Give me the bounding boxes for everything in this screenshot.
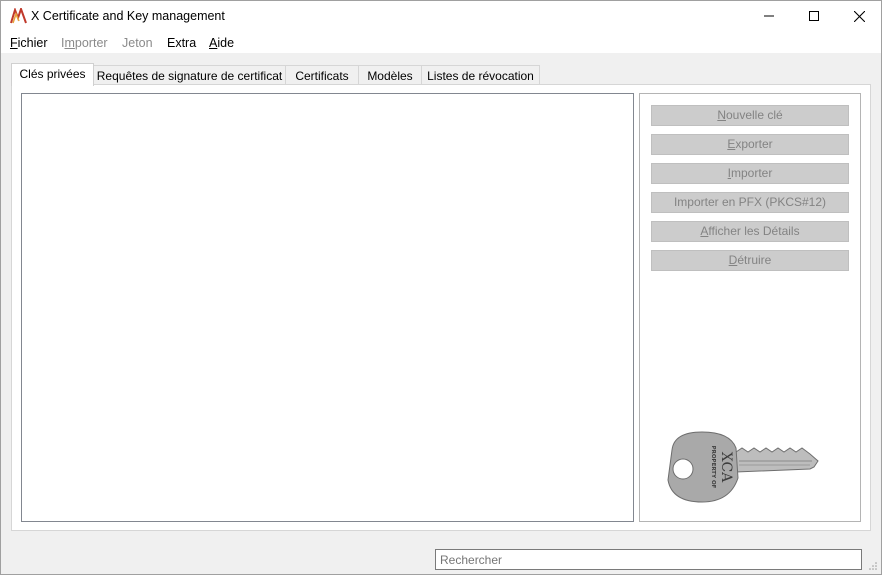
new-key-button[interactable]: Nouvelle clé: [651, 105, 849, 126]
key-logo-icon: PROPERTY OF XCA: [667, 431, 819, 503]
window-title: X Certificate and Key management: [31, 9, 225, 23]
menu-jeton[interactable]: Jeton: [122, 36, 153, 50]
tab-certificats[interactable]: Certificats: [285, 65, 359, 85]
tab-requetes-signature[interactable]: Requêtes de signature de certificat: [93, 65, 286, 85]
tab-listes-revocation[interactable]: Listes de révocation: [421, 65, 540, 85]
close-icon: [853, 10, 865, 22]
key-engraving-large: XCA: [718, 452, 734, 483]
import-button[interactable]: Importer: [651, 163, 849, 184]
key-engraving-small: PROPERTY OF: [710, 446, 716, 489]
menu-aide-mnemonic: A: [209, 36, 218, 50]
show-details-button[interactable]: Afficher les Détails: [651, 221, 849, 242]
menu-bar: Fichier Importer Jeton Extra Aide: [1, 31, 881, 53]
maximize-button[interactable]: [791, 1, 837, 31]
actions-panel: Nouvelle clé Exporter Importer Importer …: [639, 93, 861, 522]
title-bar[interactable]: X Certificate and Key management: [1, 1, 881, 31]
main-window: X Certificate and Key management Fichier…: [0, 0, 882, 575]
maximize-icon: [809, 11, 819, 21]
export-button[interactable]: Exporter: [651, 134, 849, 155]
menu-aide[interactable]: Aide: [209, 36, 234, 50]
search-input[interactable]: [435, 549, 862, 570]
menu-fichier-mnemonic: F: [10, 36, 18, 50]
keys-list-view[interactable]: [21, 93, 634, 522]
menu-fichier[interactable]: Fichier: [10, 36, 48, 50]
tab-modeles[interactable]: Modèles: [358, 65, 422, 85]
menu-importer-mnemonic: m: [64, 36, 75, 50]
minimize-button[interactable]: [746, 1, 792, 31]
xca-app-icon: [10, 8, 27, 24]
menu-extra[interactable]: Extra: [167, 36, 196, 50]
tab-panel-cles-privees: Nouvelle clé Exporter Importer Importer …: [11, 84, 871, 531]
minimize-icon: [764, 15, 774, 17]
menu-importer[interactable]: Importer: [61, 36, 108, 50]
import-pfx-button[interactable]: Importer en PFX (PKCS#12): [651, 192, 849, 213]
delete-button[interactable]: Détruire: [651, 250, 849, 271]
close-button[interactable]: [836, 1, 882, 31]
tab-cles-privees[interactable]: Clés privées: [11, 63, 94, 86]
resize-grip-icon[interactable]: [868, 561, 878, 571]
